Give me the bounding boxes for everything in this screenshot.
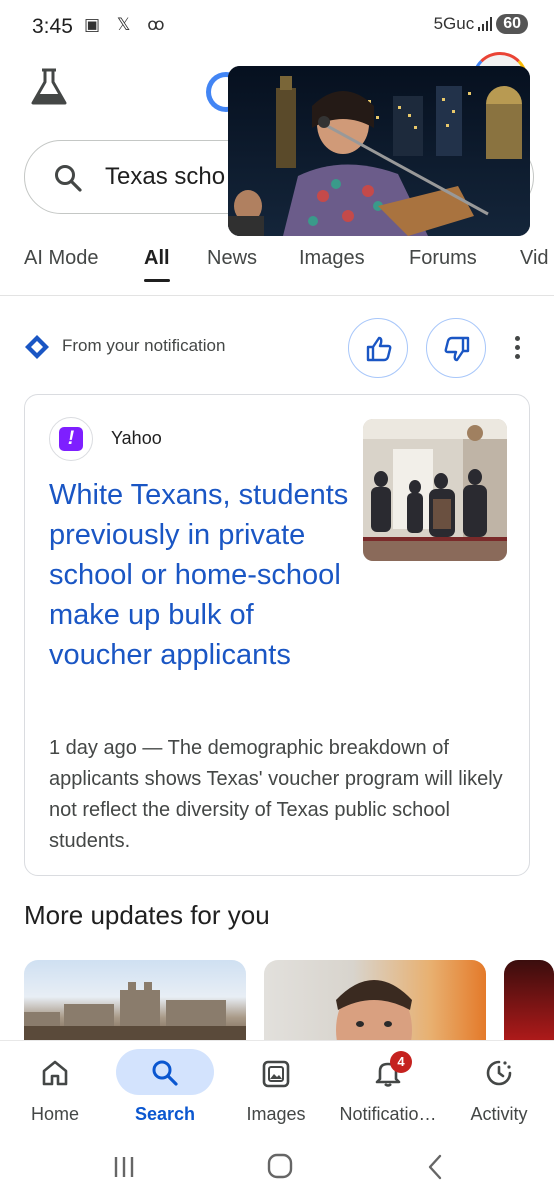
notification-row: From your notification <box>24 318 534 378</box>
pip-video-player[interactable] <box>228 66 530 236</box>
signal-icon <box>478 17 493 31</box>
thumbs-up-button[interactable] <box>348 318 408 378</box>
status-bar: 3:45 ▣ 𝕏 ꝏ 5Guc 60 <box>0 0 554 56</box>
article-thumbnail[interactable] <box>363 419 507 561</box>
back-icon[interactable] <box>416 1152 456 1182</box>
yahoo-logo-icon: ! <box>49 417 93 461</box>
update-card[interactable] <box>504 960 554 1042</box>
nav-notifications[interactable]: 4 Notificatio… <box>332 1041 444 1141</box>
tab-all[interactable]: All <box>144 247 170 270</box>
tab-images[interactable]: Images <box>299 247 365 270</box>
thumbs-up-icon <box>366 336 392 362</box>
nav-home[interactable]: Home <box>0 1041 110 1141</box>
article-title[interactable]: White Texans, students previously in pri… <box>49 475 349 675</box>
nav-search[interactable]: Search <box>110 1041 220 1141</box>
home-icon <box>39 1057 71 1089</box>
tab-videos[interactable]: Vid <box>520 247 549 270</box>
more-updates-heading: More updates for you <box>24 900 270 930</box>
recent-apps-icon[interactable] <box>104 1152 144 1182</box>
battery-icon: 60 <box>496 14 528 34</box>
notification-label: From your notification <box>62 336 226 355</box>
bottom-navigation: Home Search Images 4 Notificatio… Activi… <box>0 1040 554 1140</box>
status-right: 5Guc 60 <box>434 14 528 34</box>
system-navigation <box>0 1140 554 1200</box>
search-input[interactable]: Texas scho <box>105 163 225 191</box>
activity-icon <box>483 1057 515 1089</box>
tab-forums[interactable]: Forums <box>409 247 477 270</box>
flask-icon[interactable] <box>28 66 70 108</box>
notification-badge: 4 <box>390 1051 412 1073</box>
home-button-icon[interactable] <box>260 1152 300 1182</box>
more-options-icon[interactable] <box>512 336 522 362</box>
thumbs-down-icon <box>444 336 470 362</box>
status-notification-icons: ▣ 𝕏 ꝏ <box>84 15 171 34</box>
search-icon <box>53 163 83 193</box>
sparkle-icon <box>24 334 50 360</box>
network-label: 5Guc <box>433 14 475 33</box>
images-icon <box>260 1057 292 1089</box>
nav-images[interactable]: Images <box>220 1041 332 1141</box>
article-snippet: 1 day ago — The demographic breakdown of… <box>49 737 503 852</box>
update-card[interactable] <box>264 960 486 1042</box>
search-tabs: AI Mode All News Images Forums Vid <box>0 238 554 296</box>
active-tab-indicator <box>144 279 170 282</box>
thumbs-down-button[interactable] <box>426 318 486 378</box>
nav-activity[interactable]: Activity <box>444 1041 554 1141</box>
tab-ai-mode[interactable]: AI Mode <box>24 247 98 270</box>
article-source: Yahoo <box>111 428 162 448</box>
search-icon <box>149 1057 181 1089</box>
article-card[interactable]: ! Yahoo White Texans, students previousl… <box>24 394 530 876</box>
status-time: 3:45 <box>32 15 73 38</box>
tab-news[interactable]: News <box>207 247 257 270</box>
update-card[interactable] <box>24 960 246 1042</box>
